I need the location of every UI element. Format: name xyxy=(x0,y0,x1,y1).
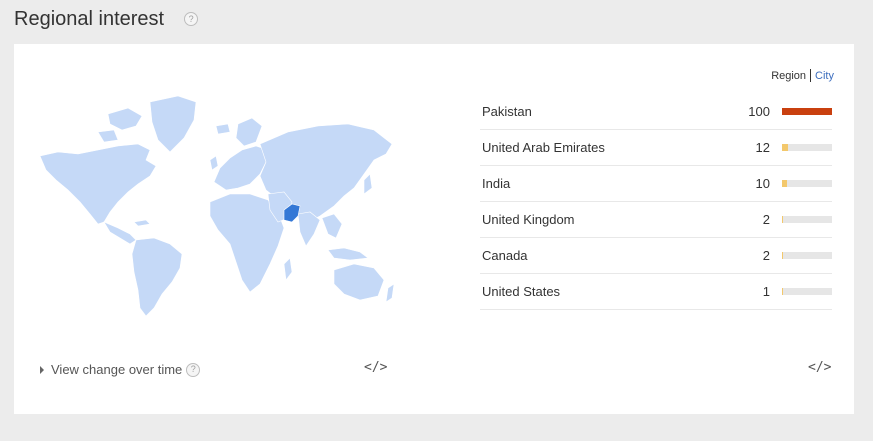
view-change-label: View change over time xyxy=(51,362,183,377)
region-row[interactable]: United Kingdom 2 xyxy=(480,202,832,238)
region-value: 2 xyxy=(762,248,770,263)
map-north-america xyxy=(39,143,157,225)
regional-interest-card: Region City Pakistan 100 United Arab Emi… xyxy=(14,44,854,414)
map-madagascar xyxy=(283,257,293,281)
section-title: Regional interest xyxy=(14,7,165,30)
region-row[interactable]: India 10 xyxy=(480,166,832,202)
world-map[interactable] xyxy=(38,94,394,319)
map-arctic-islands xyxy=(107,107,143,131)
view-change-over-time-link[interactable]: View change over time ? xyxy=(40,362,201,377)
region-bar xyxy=(782,288,832,295)
map-caribbean xyxy=(133,219,151,227)
region-name: United Kingdom xyxy=(482,212,575,227)
region-city-toggle: Region City xyxy=(771,69,834,82)
embed-code-icon[interactable]: </> xyxy=(808,360,831,375)
region-value: 1 xyxy=(762,284,770,299)
map-scandinavia xyxy=(235,117,263,147)
map-new-zealand xyxy=(385,283,394,303)
region-bar xyxy=(782,180,832,187)
map-arctic-islands-2 xyxy=(97,129,119,143)
region-name: United Arab Emirates xyxy=(482,140,605,155)
section-header: Regional interest ? xyxy=(14,6,199,32)
region-name: India xyxy=(482,176,511,191)
city-option[interactable]: City xyxy=(815,70,834,82)
region-row[interactable]: Canada 2 xyxy=(480,238,832,274)
region-option[interactable]: Region xyxy=(771,70,806,82)
region-name: Canada xyxy=(482,248,528,263)
map-japan xyxy=(363,173,373,195)
region-value: 100 xyxy=(748,104,770,119)
region-bar-fill xyxy=(782,288,783,295)
help-icon[interactable]: ? xyxy=(186,362,201,377)
map-iceland xyxy=(215,123,231,135)
region-row[interactable]: Pakistan 100 xyxy=(480,94,832,130)
map-uk xyxy=(209,155,219,171)
map-se-asia xyxy=(321,213,343,239)
region-row[interactable]: United States 1 xyxy=(480,274,832,310)
region-bar xyxy=(782,144,832,151)
region-name: United States xyxy=(482,284,561,299)
region-bar xyxy=(782,216,832,223)
map-australia xyxy=(333,263,385,301)
region-bar-fill xyxy=(782,180,787,187)
region-value: 2 xyxy=(762,212,770,227)
map-south-america xyxy=(131,237,183,317)
world-map-svg xyxy=(39,95,394,317)
map-europe xyxy=(213,145,269,191)
triangle-right-icon xyxy=(40,365,44,374)
embed-code-icon[interactable]: </> xyxy=(364,360,387,375)
region-list: Pakistan 100 United Arab Emirates 12 Ind… xyxy=(480,94,832,310)
region-name: Pakistan xyxy=(482,104,532,119)
region-value: 12 xyxy=(755,140,770,155)
map-central-america xyxy=(103,221,137,245)
region-bar-fill xyxy=(782,252,783,259)
region-bar xyxy=(782,108,832,115)
region-bar-fill xyxy=(782,216,783,223)
toggle-divider xyxy=(810,69,812,82)
region-bar-fill xyxy=(782,144,788,151)
region-value: 10 xyxy=(755,176,770,191)
region-row[interactable]: United Arab Emirates 12 xyxy=(480,130,832,166)
region-bar-fill xyxy=(782,108,832,115)
map-greenland xyxy=(149,95,197,153)
map-indonesia xyxy=(327,247,369,261)
map-india xyxy=(297,211,321,247)
region-bar xyxy=(782,252,832,259)
help-icon[interactable]: ? xyxy=(184,12,199,26)
